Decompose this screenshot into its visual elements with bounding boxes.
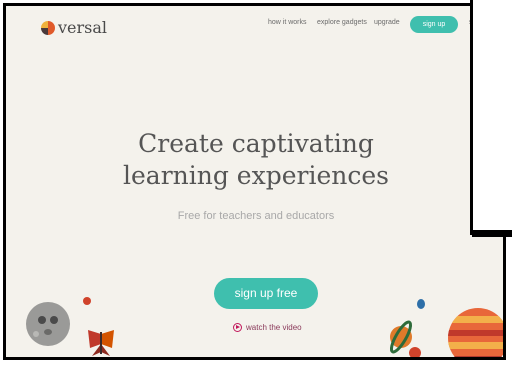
nav-upgrade[interactable]: upgrade (374, 19, 400, 26)
butterfly-icon (88, 330, 114, 356)
site-header: versal how it works explore gadgets upgr… (6, 6, 474, 46)
versal-logo-icon (41, 20, 55, 35)
overlapping-window-panel (470, 0, 512, 235)
brand-logo[interactable]: versal (41, 18, 107, 37)
nav-explore-gadgets[interactable]: explore gadgets (317, 19, 367, 26)
brand-name: versal (58, 18, 108, 37)
browser-viewport: versal how it works explore gadgets upgr… (3, 3, 506, 360)
red-dot-icon (83, 297, 91, 305)
blue-drop-icon (417, 299, 425, 309)
hero-subhead: Free for teachers and educators (177, 210, 335, 222)
moon-face-icon (26, 302, 70, 346)
sign-up-button[interactable]: sign up (410, 16, 458, 33)
hero-headline-line2: learning experiences (123, 161, 389, 190)
sign-up-free-button[interactable]: sign up free (214, 278, 318, 309)
nav-how-it-works[interactable]: how it works (268, 19, 307, 26)
planet-striped-icon (448, 308, 503, 357)
play-circle-icon (233, 323, 242, 332)
hero-headline-line1: Create captivating (138, 129, 374, 158)
hero-headline: Create captivating learning experiences (6, 128, 503, 192)
watch-video-label: watch the video (246, 323, 302, 332)
orange-dot-icon (409, 347, 421, 357)
watch-video-link[interactable]: watch the video (233, 323, 302, 332)
